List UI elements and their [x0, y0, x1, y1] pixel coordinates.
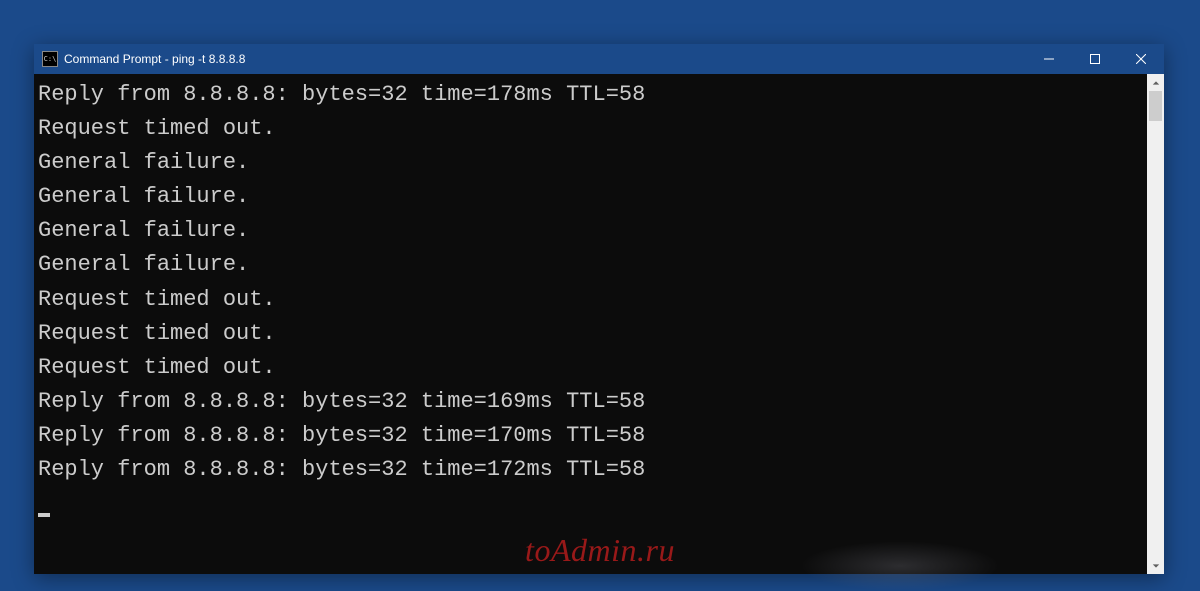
close-icon: [1136, 54, 1146, 64]
console-line: Reply from 8.8.8.8: bytes=32 time=172ms …: [38, 453, 1145, 487]
console-line: Request timed out.: [38, 112, 1145, 146]
console-line: Request timed out.: [38, 283, 1145, 317]
minimize-icon: [1044, 54, 1054, 64]
close-button[interactable]: [1118, 44, 1164, 74]
console-output[interactable]: Reply from 8.8.8.8: bytes=32 time=178ms …: [34, 74, 1147, 574]
console-line: Reply from 8.8.8.8: bytes=32 time=178ms …: [38, 78, 1145, 112]
command-prompt-window: C:\ Command Prompt - ping -t 8.8.8.8 Rep…: [34, 44, 1164, 574]
console-line: General failure.: [38, 214, 1145, 248]
console-line: Reply from 8.8.8.8: bytes=32 time=169ms …: [38, 385, 1145, 419]
text-cursor: [38, 513, 50, 517]
window-title: Command Prompt - ping -t 8.8.8.8: [64, 52, 1026, 66]
scrollbar-track[interactable]: [1147, 91, 1164, 557]
console-line: General failure.: [38, 146, 1145, 180]
chevron-down-icon: [1152, 562, 1160, 570]
client-area: Reply from 8.8.8.8: bytes=32 time=178ms …: [34, 74, 1164, 574]
app-icon: C:\: [42, 51, 58, 67]
console-line: General failure.: [38, 248, 1145, 282]
chevron-up-icon: [1152, 79, 1160, 87]
minimize-button[interactable]: [1026, 44, 1072, 74]
window-controls: [1026, 44, 1164, 74]
maximize-icon: [1090, 54, 1100, 64]
vertical-scrollbar[interactable]: [1147, 74, 1164, 574]
scroll-down-button[interactable]: [1147, 557, 1164, 574]
console-line: Request timed out.: [38, 317, 1145, 351]
console-line: Reply from 8.8.8.8: bytes=32 time=170ms …: [38, 419, 1145, 453]
maximize-button[interactable]: [1072, 44, 1118, 74]
scrollbar-thumb[interactable]: [1149, 91, 1162, 121]
titlebar[interactable]: C:\ Command Prompt - ping -t 8.8.8.8: [34, 44, 1164, 74]
console-line: Request timed out.: [38, 351, 1145, 385]
scroll-up-button[interactable]: [1147, 74, 1164, 91]
console-cursor-line: [38, 487, 1145, 521]
console-line: General failure.: [38, 180, 1145, 214]
